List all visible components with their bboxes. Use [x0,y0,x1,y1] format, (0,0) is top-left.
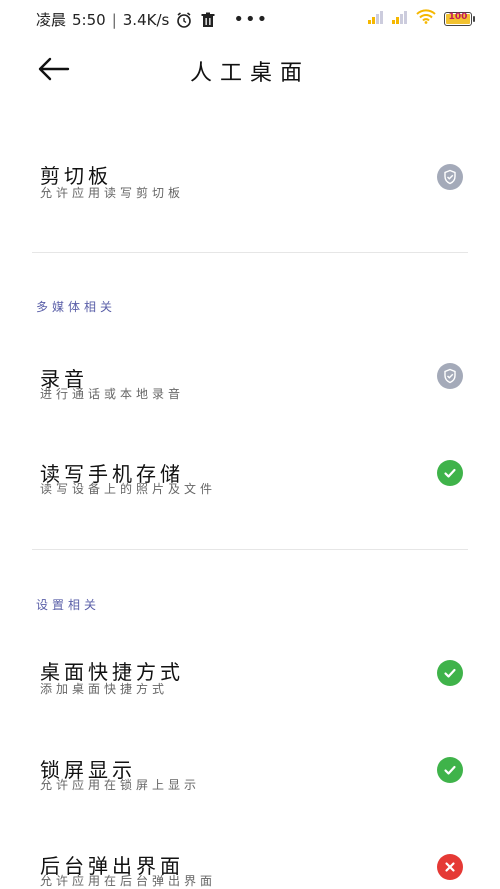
permission-item-record-audio[interactable]: 录音 进行通话或本地录音 [0,355,500,415]
check-icon [444,668,456,678]
permission-status-button[interactable] [437,164,463,190]
section-header-settings: 设置相关 [36,598,101,612]
shield-check-icon [444,169,456,185]
network-speed: 3.4K/s [122,10,170,29]
status-time: 5:50 [72,10,106,29]
shield-check-icon [444,368,456,384]
trash-icon [199,11,217,29]
check-icon [444,765,456,775]
permission-description: 允许应用读写剪切板 [40,186,185,200]
permission-status-button[interactable] [437,757,463,783]
page-title: 人工桌面 [189,61,310,86]
permission-item-desktop-shortcut[interactable]: 桌面快捷方式 添加桌面快捷方式 [0,652,500,712]
close-icon [445,862,455,872]
check-icon [444,468,456,478]
signal-icon-2 [392,9,408,28]
battery-icon: 100 [444,11,475,26]
status-bar: 凌晨 5:50 | 3.4K/s ••• 100 [0,0,500,38]
alarm-icon [175,11,193,29]
permission-description: 允许应用在锁屏上显示 [40,778,201,792]
permission-item-storage[interactable]: 读写手机存储 读写设备上的照片及文件 [0,452,500,512]
carrier-text: 凌晨 [36,11,67,29]
title-bar: 人工桌面 [0,45,500,95]
permission-status-button[interactable] [437,363,463,389]
permission-description: 添加桌面快捷方式 [40,682,169,696]
permission-status-button[interactable] [437,460,463,486]
battery-level: 100 [448,11,468,22]
permission-description: 读写设备上的照片及文件 [40,482,217,496]
permission-description: 进行通话或本地录音 [40,387,185,401]
status-left: 凌晨 5:50 | 3.4K/s ••• [36,9,268,30]
signal-icon-1 [368,9,384,28]
status-separator: | [111,10,117,29]
divider [32,549,468,550]
more-notifications-icon: ••• [233,9,269,30]
permission-item-lockscreen-display[interactable]: 锁屏显示 允许应用在锁屏上显示 [0,750,500,810]
permission-status-button[interactable] [437,854,463,880]
permission-item-background-popup[interactable]: 后台弹出界面 允许应用在后台弹出界面 [0,846,500,888]
wifi-icon [416,9,436,28]
permission-status-button[interactable] [437,660,463,686]
permission-description: 允许应用在后台弹出界面 [40,874,217,888]
section-header-multimedia: 多媒体相关 [36,300,117,314]
status-right: 100 [368,9,475,28]
divider [32,252,468,253]
permission-item-clipboard[interactable]: 剪切板 允许应用读写剪切板 [0,150,500,220]
